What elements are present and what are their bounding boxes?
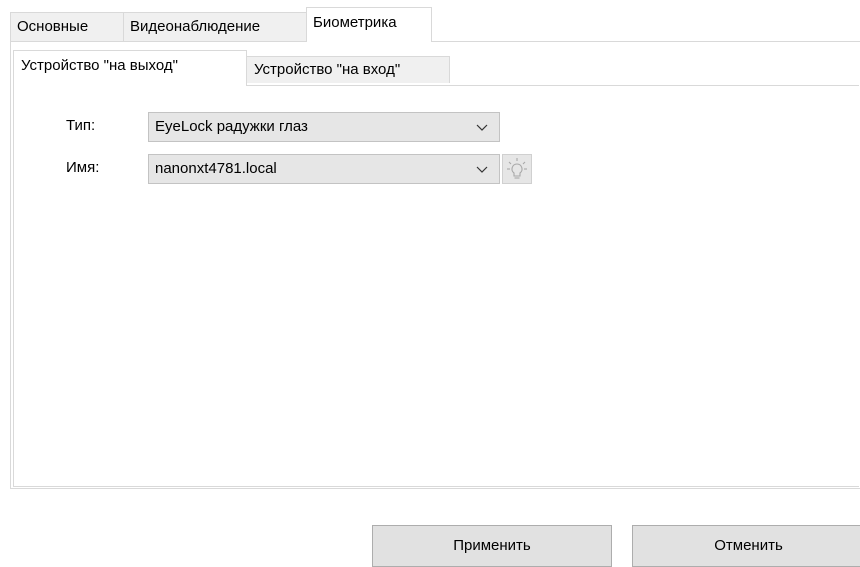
type-select[interactable]: EyeLock радужки глаз — [148, 112, 500, 142]
type-label: Тип: — [66, 117, 96, 134]
tab-video-surveillance[interactable]: Видеонаблюдение — [123, 12, 307, 41]
type-select-value: EyeLock радужки глаз — [155, 118, 308, 135]
tab-biometrics[interactable]: Биометрика — [306, 7, 432, 42]
name-select-value: nanonxt4781.local — [155, 160, 277, 177]
apply-button[interactable]: Применить — [372, 525, 612, 567]
tab-general[interactable]: Основные — [10, 12, 124, 41]
chevron-down-icon — [476, 166, 488, 173]
tab-exit-device[interactable]: Устройство "на выход" — [13, 50, 247, 86]
biometrics-panel: Устройство "на выход" Устройство "на вхо… — [10, 41, 860, 489]
chevron-down-icon — [476, 124, 488, 131]
cancel-button[interactable]: Отменить — [632, 525, 860, 567]
lightbulb-icon — [507, 158, 527, 179]
name-select[interactable]: nanonxt4781.local — [148, 154, 500, 184]
name-label: Имя: — [66, 159, 100, 176]
identify-device-button[interactable] — [502, 154, 532, 184]
exit-device-panel: Тип: EyeLock радужки глаз Имя: nanonxt47… — [13, 85, 859, 487]
tab-entry-device[interactable]: Устройство "на вход" — [246, 56, 450, 83]
